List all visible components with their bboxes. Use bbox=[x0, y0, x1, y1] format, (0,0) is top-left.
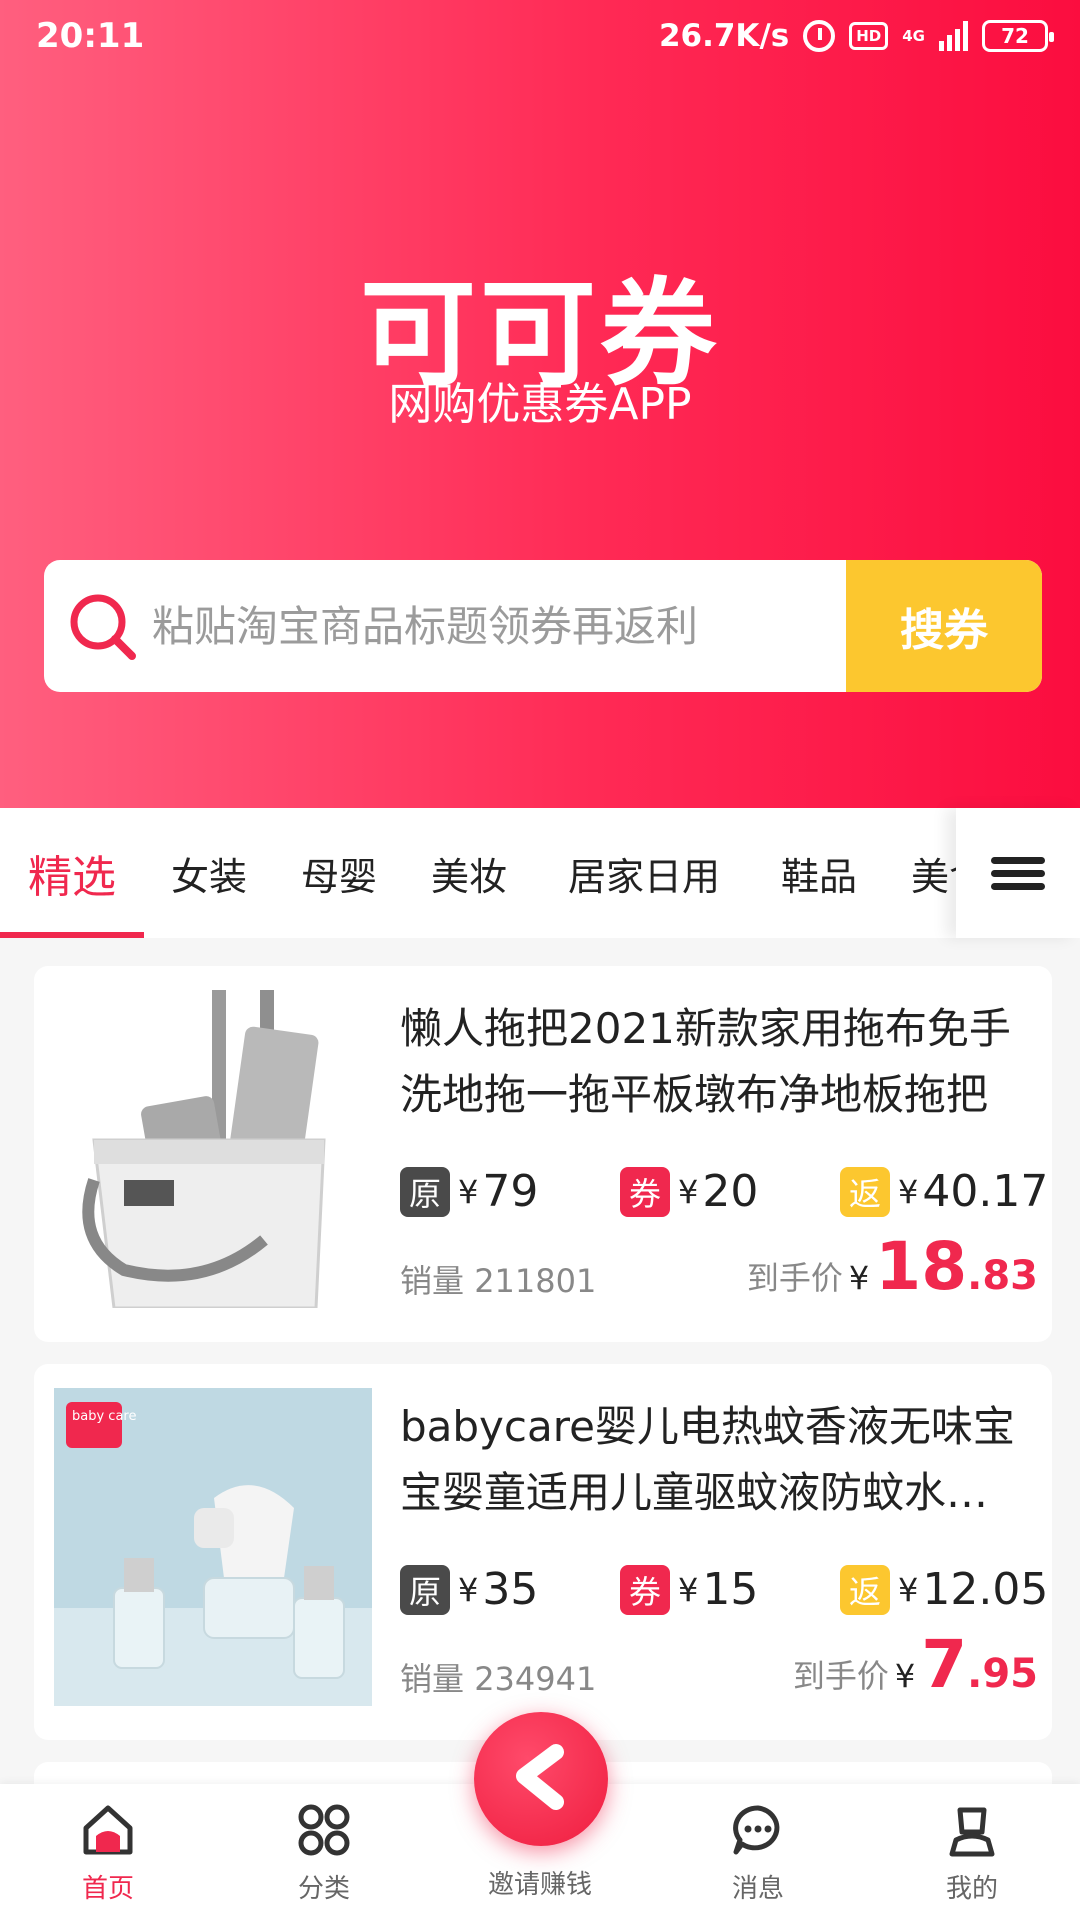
network-type-icon: 4G bbox=[902, 27, 925, 45]
nav-invite-label: 邀请赚钱 bbox=[487, 1870, 592, 1900]
final-price: 到手价 ¥ 7 .95 bbox=[792, 1626, 1038, 1703]
tab-womens[interactable]: 女装 bbox=[144, 808, 274, 938]
search-input[interactable] bbox=[152, 560, 882, 692]
tab-baby[interactable]: 母婴 bbox=[274, 808, 404, 938]
tab-scroll[interactable]: 精选 女装 母婴 美妆 居家日用 鞋品 美食 bbox=[0, 808, 956, 938]
tab-featured[interactable]: 精选 bbox=[0, 808, 144, 938]
tab-beauty[interactable]: 美妆 bbox=[404, 808, 534, 938]
active-tab-indicator bbox=[0, 932, 144, 938]
alarm-icon bbox=[803, 20, 836, 52]
price-row: 原 ¥ 79 券 ¥ 20 返 ¥ 40.17 bbox=[400, 1166, 1048, 1222]
sales-count: 销量 234941 bbox=[400, 1660, 597, 1698]
rebate-tag: 返 bbox=[840, 1564, 890, 1615]
final-price: 到手价 ¥ 18 .83 bbox=[746, 1228, 1038, 1305]
home-icon bbox=[83, 1805, 133, 1855]
status-bar: 20:11 26.7K/s HD 4G 72 bbox=[0, 0, 1080, 80]
category-tabs: 精选 女装 母婴 美妆 居家日用 鞋品 美食 bbox=[0, 808, 1080, 938]
tab-shoes[interactable]: 鞋品 bbox=[754, 808, 884, 938]
category-menu-button[interactable] bbox=[956, 808, 1080, 938]
original-price: 原 ¥ 35 bbox=[400, 1564, 538, 1615]
nav-profile[interactable]: 我的 bbox=[892, 1784, 1052, 1920]
coupon-tag: 券 bbox=[620, 1166, 670, 1217]
search-icon bbox=[70, 594, 136, 660]
search-bar[interactable]: 搜券 bbox=[44, 560, 1042, 692]
coupon-value: 券 ¥ 20 bbox=[620, 1166, 758, 1217]
brand-logo-text: baby care bbox=[72, 1409, 136, 1424]
nav-category[interactable]: 分类 bbox=[244, 1784, 404, 1920]
message-icon bbox=[733, 1805, 780, 1855]
nav-home[interactable]: 首页 bbox=[28, 1784, 188, 1920]
app-subtitle: 网购优惠券APP bbox=[388, 379, 692, 430]
coupon-value: 券 ¥ 15 bbox=[620, 1564, 758, 1615]
category-icon bbox=[298, 1804, 350, 1856]
status-time: 20:11 bbox=[36, 16, 145, 56]
share-icon bbox=[516, 1744, 564, 1810]
invite-earn-button[interactable] bbox=[474, 1712, 608, 1846]
hd-icon: HD bbox=[849, 22, 889, 50]
tab-home[interactable]: 居家日用 bbox=[534, 808, 754, 938]
coupon-tag: 券 bbox=[620, 1564, 670, 1615]
product-image-mop bbox=[54, 990, 372, 1308]
battery-icon: 72 bbox=[982, 20, 1054, 52]
signal-icon bbox=[939, 21, 968, 51]
product-card[interactable]: baby care babycare婴儿电热蚊香液无味宝宝婴童适用儿童驱蚊液防蚊… bbox=[34, 1364, 1052, 1740]
rebate-tag: 返 bbox=[840, 1166, 890, 1217]
product-card[interactable]: 懒人拖把2021新款家用拖布免手洗地拖一拖平板墩布净地板拖把 原 ¥ 79 券 … bbox=[34, 966, 1052, 1342]
price-row: 原 ¥ 35 券 ¥ 15 返 ¥ 12.05 bbox=[400, 1564, 1048, 1620]
original-price: 原 ¥ 79 bbox=[400, 1166, 538, 1217]
rebate-value: 返 ¥ 12.05 bbox=[840, 1564, 1048, 1615]
rebate-value: 返 ¥ 40.17 bbox=[840, 1166, 1048, 1217]
sales-count: 销量 211801 bbox=[400, 1262, 597, 1300]
nav-messages[interactable]: 消息 bbox=[678, 1784, 838, 1920]
network-speed: 26.7K/s bbox=[658, 18, 790, 54]
original-tag: 原 bbox=[400, 1166, 450, 1217]
original-tag: 原 bbox=[400, 1564, 450, 1615]
search-coupon-button[interactable]: 搜券 bbox=[846, 560, 1042, 692]
product-title[interactable]: 懒人拖把2021新款家用拖布免手洗地拖一拖平板墩布净地板拖把 bbox=[400, 996, 1020, 1128]
menu-icon bbox=[991, 851, 1045, 896]
tab-food[interactable]: 美食 bbox=[884, 808, 956, 938]
header-banner: 20:11 26.7K/s HD 4G 72 可可券 网购优惠券APP 搜券 bbox=[0, 0, 1080, 808]
status-icons: 26.7K/s HD 4G 72 bbox=[658, 18, 1054, 54]
product-image-repellent: baby care bbox=[54, 1388, 372, 1706]
product-title[interactable]: babycare婴儿电热蚊香液无味宝宝婴童适用儿童驱蚊液防蚊水套装 bbox=[400, 1394, 1020, 1526]
profile-icon bbox=[949, 1807, 995, 1857]
